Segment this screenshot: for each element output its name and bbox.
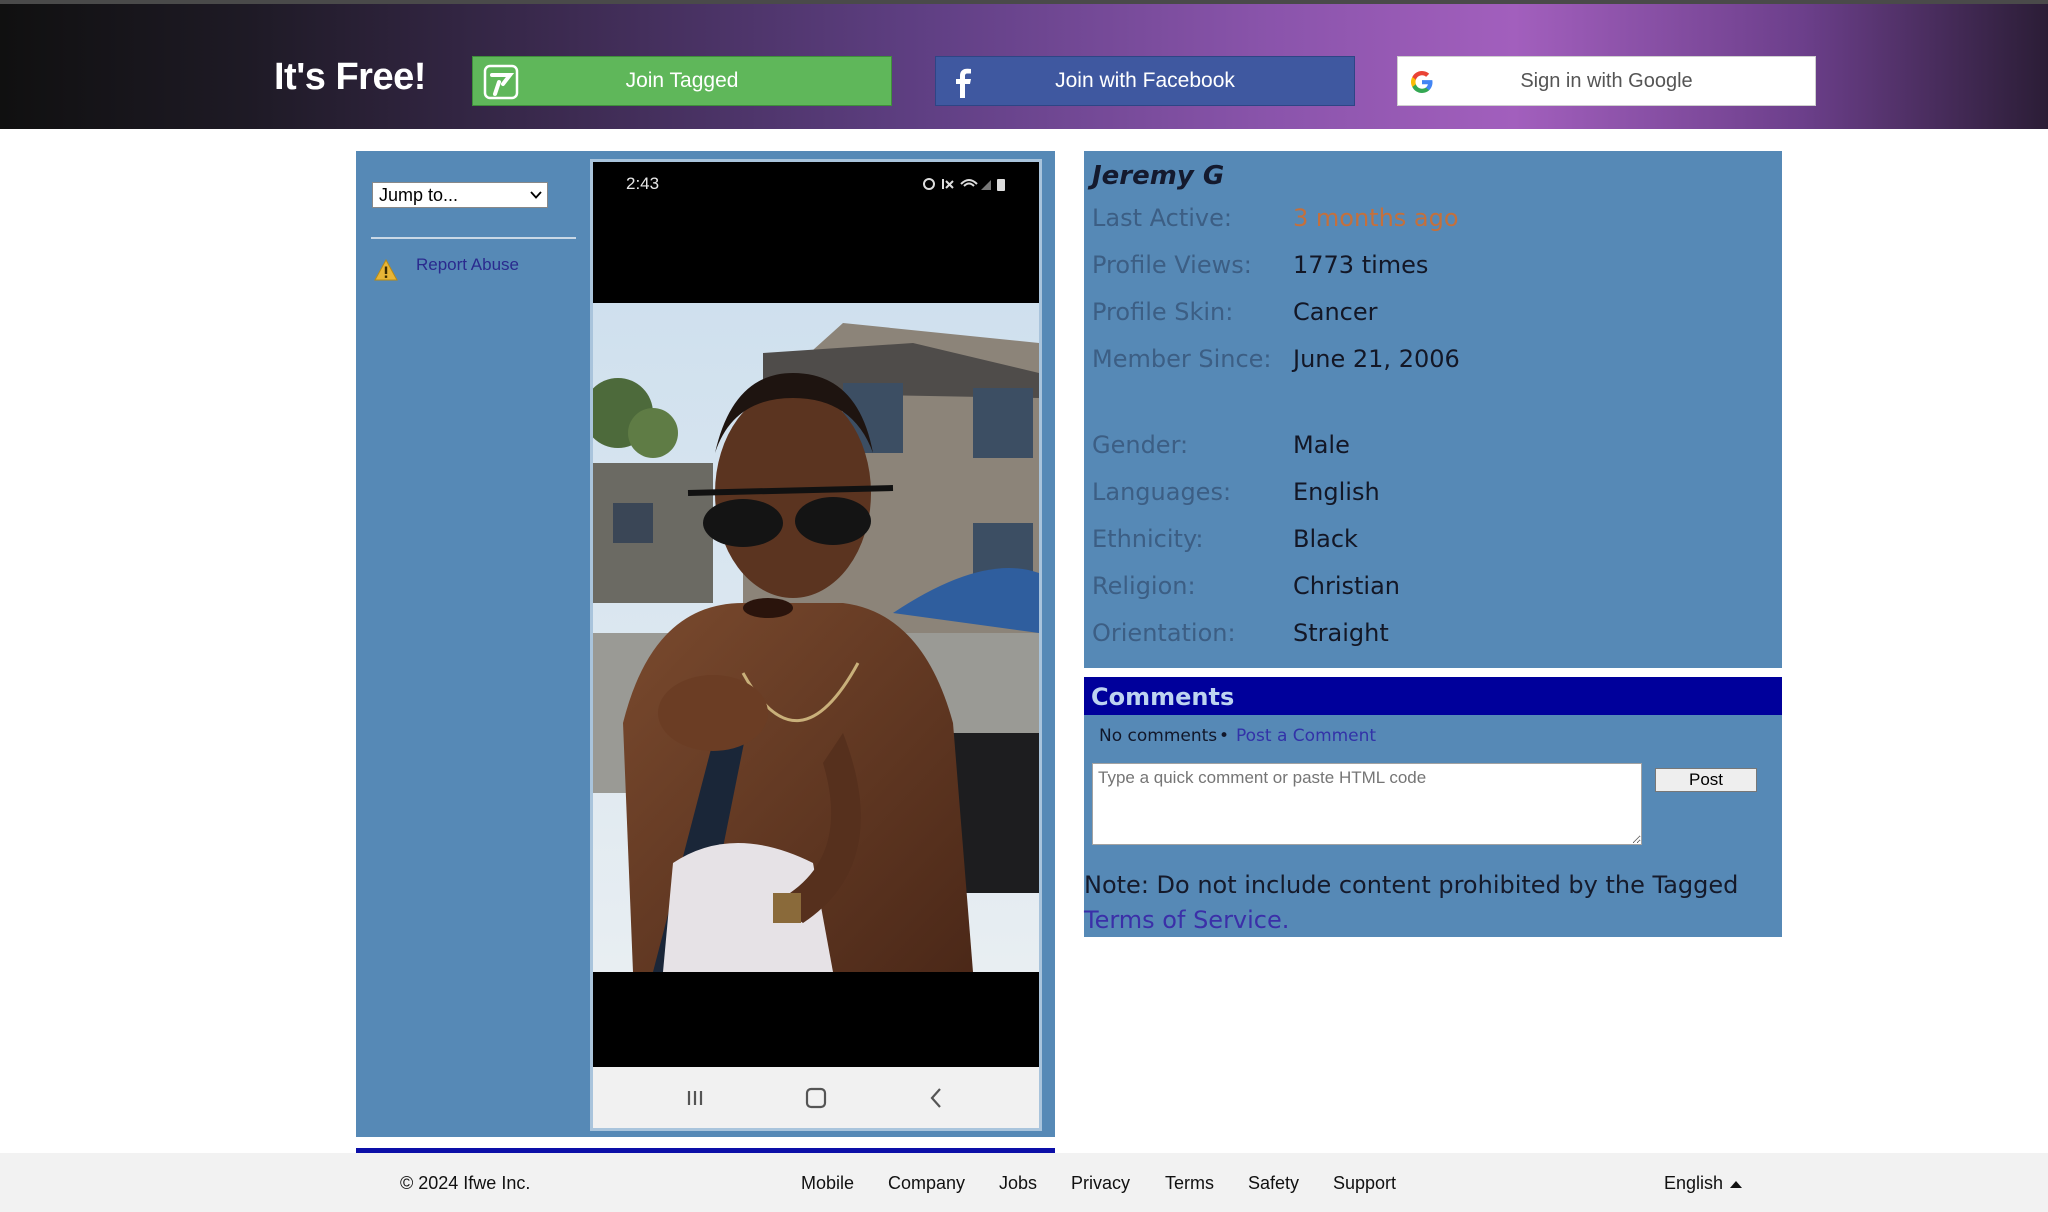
field-label: Profile Skin: bbox=[1092, 298, 1234, 326]
warning-icon bbox=[374, 259, 398, 281]
comments-header: Comments bbox=[1084, 677, 1782, 715]
field-value: Christian bbox=[1293, 572, 1401, 600]
google-signin-label: Sign in with Google bbox=[1520, 69, 1693, 92]
field-value: June 21, 2006 bbox=[1293, 345, 1460, 373]
post-a-comment-link[interactable]: Post a Comment bbox=[1236, 726, 1376, 746]
join-tagged-label: Join Tagged bbox=[625, 69, 739, 92]
back-icon bbox=[930, 1088, 941, 1108]
profile-name: Jeremy G bbox=[1092, 161, 1225, 191]
signup-banner: It's Free! Join Tagged Join with Faceboo… bbox=[0, 0, 2048, 129]
field-value: 3 months ago bbox=[1293, 204, 1459, 232]
field-value: Male bbox=[1293, 431, 1350, 459]
field-label: Languages: bbox=[1092, 478, 1232, 506]
footer-link-mobile[interactable]: Mobile bbox=[801, 1173, 854, 1194]
comment-input[interactable] bbox=[1092, 763, 1642, 845]
footer-link-support[interactable]: Support bbox=[1333, 1173, 1396, 1194]
jump-to-select[interactable]: Jump to... bbox=[372, 182, 548, 208]
comments-title: Comments bbox=[1091, 683, 1235, 711]
phone-status-icons bbox=[923, 178, 1005, 191]
footer-link-safety[interactable]: Safety bbox=[1248, 1173, 1299, 1194]
field-label: Last Active: bbox=[1092, 204, 1232, 232]
field-label: Gender: bbox=[1092, 431, 1189, 459]
profile-details-panel: Jeremy G Last Active: 3 months ago Profi… bbox=[1084, 151, 1782, 668]
home-icon bbox=[805, 1087, 827, 1109]
join-facebook-button[interactable]: Join with Facebook bbox=[935, 56, 1355, 106]
google-signin-button[interactable]: Sign in with Google bbox=[1397, 56, 1816, 106]
field-label: Ethnicity: bbox=[1092, 525, 1204, 553]
tos-note-text: Note: Do not include content prohibited … bbox=[1084, 871, 1739, 899]
tagged-logo-icon bbox=[483, 64, 519, 100]
field-value: Straight bbox=[1293, 619, 1389, 647]
report-abuse-link[interactable]: Report Abuse bbox=[416, 255, 519, 275]
language-label: English bbox=[1664, 1173, 1724, 1193]
banner-tagline: It's Free! bbox=[274, 56, 426, 98]
jump-to-value: Jump to... bbox=[379, 185, 459, 205]
no-comments-text: No comments bbox=[1099, 726, 1218, 746]
field-value: English bbox=[1293, 478, 1380, 506]
language-selector[interactable]: English bbox=[1664, 1173, 1743, 1194]
footer-link-jobs[interactable]: Jobs bbox=[999, 1173, 1037, 1194]
join-facebook-label: Join with Facebook bbox=[1055, 69, 1235, 92]
copyright: © 2024 Ifwe Inc. bbox=[400, 1173, 531, 1193]
footer: © 2024 Ifwe Inc. Mobile Company Jobs Pri… bbox=[0, 1153, 2048, 1212]
tos-note: Note: Do not include content prohibited … bbox=[1084, 868, 1774, 938]
profile-photo[interactable]: 2:43 bbox=[590, 159, 1042, 1131]
field-label: Profile Views: bbox=[1092, 251, 1252, 279]
caret-up-icon bbox=[1730, 1180, 1743, 1188]
google-icon bbox=[1411, 71, 1433, 93]
separator-bullet: • bbox=[1219, 726, 1230, 746]
field-label: Orientation: bbox=[1092, 619, 1236, 647]
sidebar-divider bbox=[371, 237, 576, 239]
field-label: Member Since: bbox=[1092, 345, 1272, 373]
phone-status-time: 2:43 bbox=[626, 174, 660, 193]
footer-link-company[interactable]: Company bbox=[888, 1173, 965, 1194]
chevron-down-icon bbox=[530, 191, 542, 199]
post-button[interactable]: Post bbox=[1655, 768, 1757, 792]
field-label: Religion: bbox=[1092, 572, 1196, 600]
field-value: 1773 times bbox=[1293, 251, 1429, 279]
phone-nav-bar bbox=[593, 1067, 1039, 1128]
terms-of-service-link[interactable]: Terms of Service. bbox=[1084, 906, 1289, 934]
comments-panel: Comments No comments • Post a Comment Po… bbox=[1084, 677, 1782, 937]
footer-link-terms[interactable]: Terms bbox=[1165, 1173, 1214, 1194]
profile-photo-image bbox=[593, 303, 1039, 972]
field-value: Black bbox=[1293, 525, 1358, 553]
join-tagged-button[interactable]: Join Tagged bbox=[472, 56, 892, 106]
footer-link-privacy[interactable]: Privacy bbox=[1071, 1173, 1130, 1194]
field-value: Cancer bbox=[1293, 298, 1378, 326]
facebook-icon bbox=[956, 68, 971, 98]
recent-apps-icon bbox=[687, 1091, 703, 1105]
